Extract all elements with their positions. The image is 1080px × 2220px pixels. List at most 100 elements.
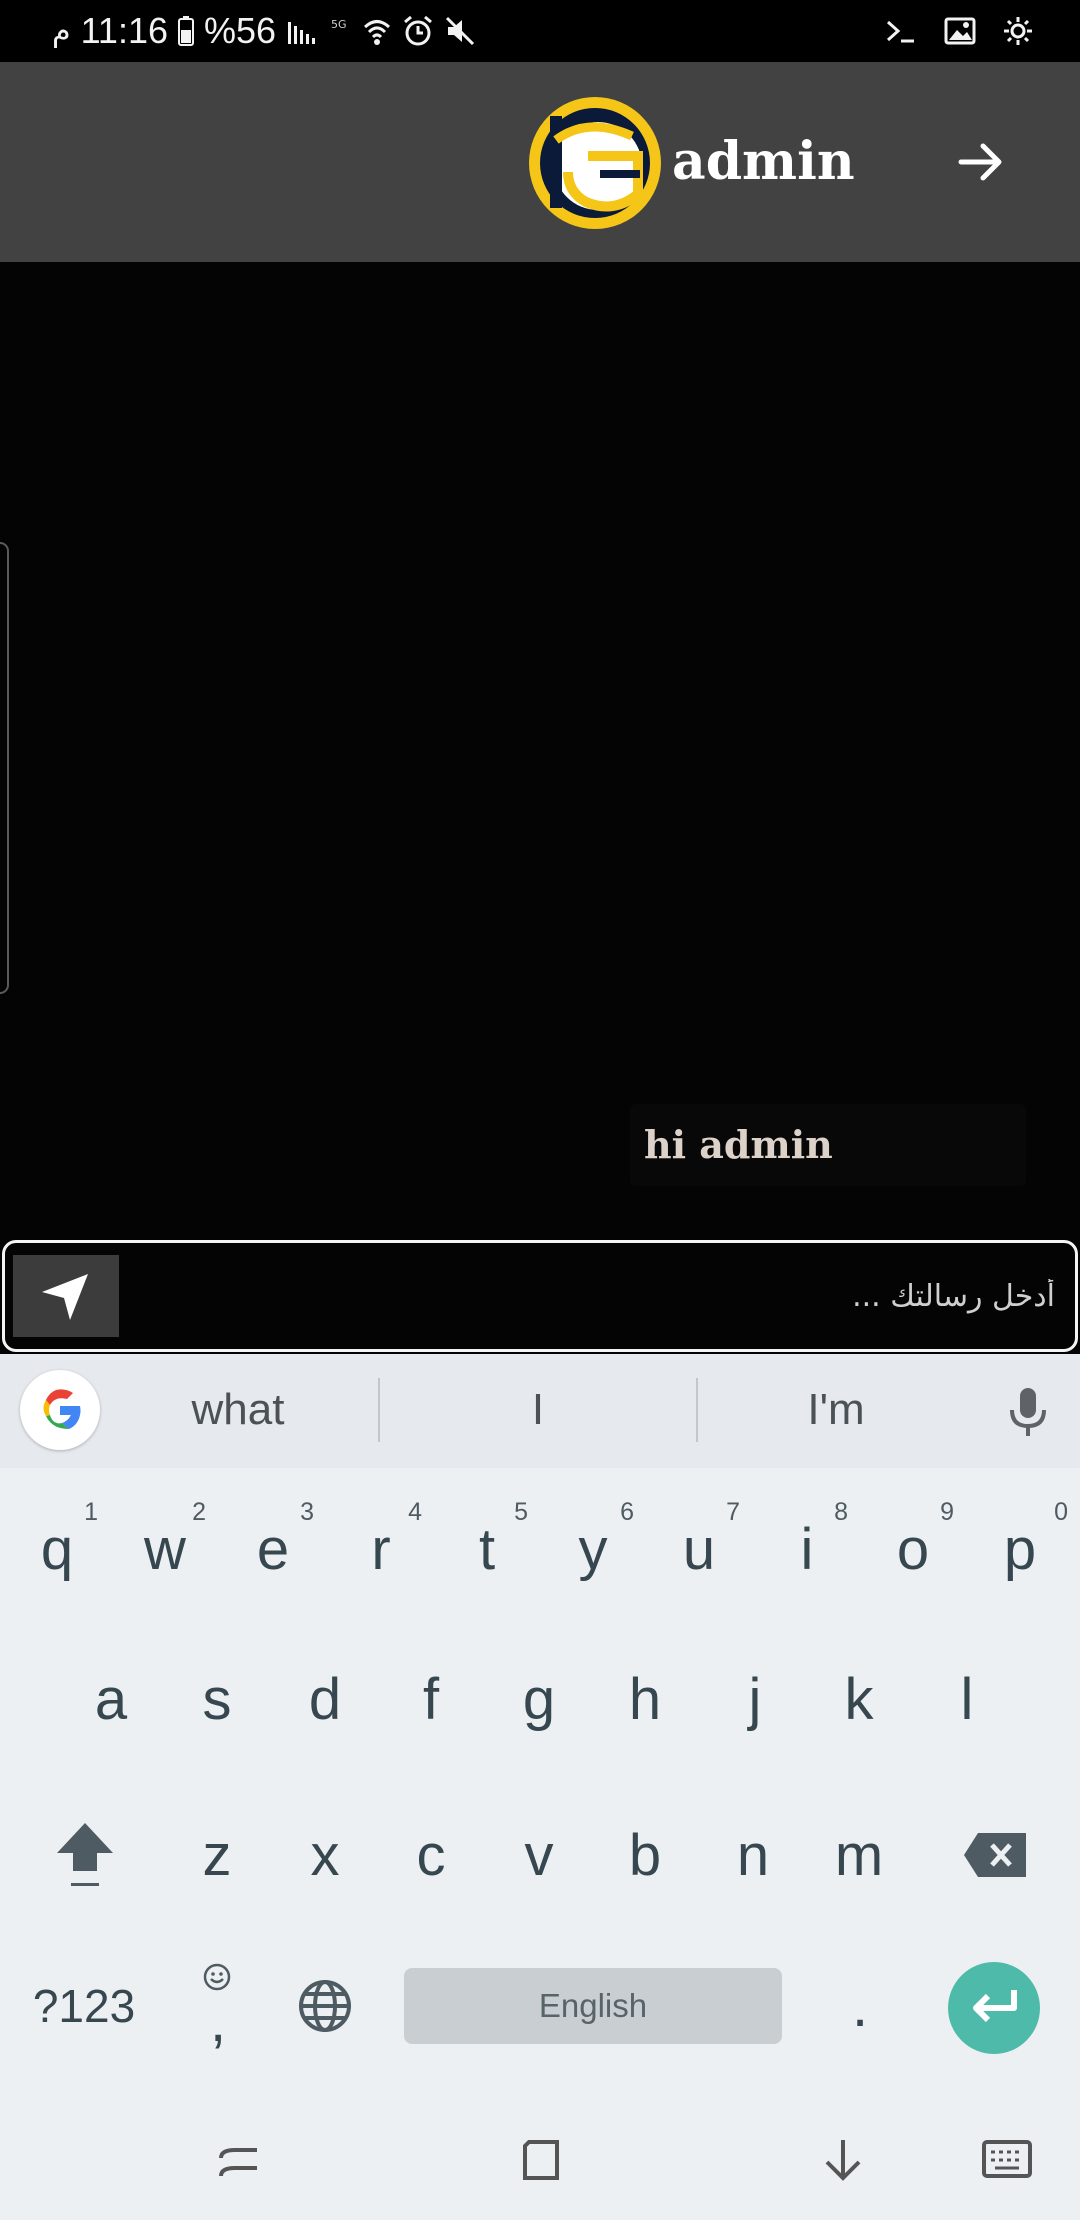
svg-text:5G: 5G — [331, 18, 347, 31]
status-time: 11:16 — [80, 10, 168, 51]
emoji-icon — [203, 1963, 231, 1991]
key-k[interactable]: k — [806, 1644, 912, 1754]
hide-keyboard-icon — [825, 2140, 861, 2181]
key-label: ?123 — [32, 1980, 136, 2032]
key-label: r — [371, 1516, 391, 1582]
edge-panel-handle[interactable] — [0, 542, 9, 994]
back-button[interactable] — [946, 124, 1016, 200]
key-hint: 7 — [726, 1498, 740, 1526]
key-hint: 9 — [940, 1498, 954, 1526]
shift-icon — [57, 1823, 113, 1886]
carrier-mark: م — [52, 14, 71, 48]
keyboard-switch-button[interactable] — [972, 2125, 1042, 2195]
symbols-key[interactable]: ?123 — [14, 1954, 154, 2058]
status-bar: م 11:16 %56 5G — [0, 0, 1080, 62]
signal-icon — [286, 16, 320, 46]
key-a[interactable]: a — [58, 1644, 164, 1754]
key-hint: 0 — [1054, 1498, 1068, 1526]
google-button[interactable] — [20, 1370, 100, 1450]
key-g[interactable]: g — [486, 1644, 592, 1754]
key-t[interactable]: t5 — [434, 1494, 540, 1604]
key-d[interactable]: d — [272, 1644, 378, 1754]
key-c[interactable]: c — [378, 1800, 484, 1910]
key-label: a — [94, 1666, 128, 1732]
key-label: o — [896, 1516, 930, 1582]
key-m[interactable]: m — [806, 1800, 912, 1910]
key-q[interactable]: q1 — [4, 1494, 110, 1604]
key-label: s — [202, 1666, 232, 1732]
key-label: b — [628, 1822, 662, 1888]
key-f[interactable]: f — [378, 1644, 484, 1754]
backspace-key[interactable] — [940, 1800, 1050, 1910]
battery-icon — [178, 16, 194, 46]
status-right — [884, 6, 1034, 56]
space-key[interactable]: English — [404, 1968, 782, 2044]
chat-area[interactable]: hi admin — [0, 262, 1080, 1240]
key-hint: 4 — [408, 1498, 422, 1526]
key-z[interactable]: z — [164, 1800, 270, 1910]
key-p[interactable]: p0 — [966, 1494, 1074, 1604]
shift-key[interactable] — [30, 1800, 140, 1910]
arrow-right-icon — [958, 143, 1002, 181]
key-hint: 8 — [834, 1498, 848, 1526]
google-icon — [43, 1389, 81, 1429]
language-key[interactable] — [272, 1954, 378, 2058]
keyboard-switch-icon — [982, 2140, 1032, 2178]
key-label: d — [308, 1666, 342, 1732]
message-input[interactable] — [135, 1253, 1063, 1339]
enter-icon — [973, 1990, 1017, 2023]
key-w[interactable]: w2 — [112, 1494, 218, 1604]
key-u[interactable]: u7 — [646, 1494, 752, 1604]
suggestion-bar: what I I'm — [0, 1354, 1080, 1468]
key-label: w — [144, 1516, 186, 1582]
suggestion-2[interactable]: I — [418, 1374, 658, 1446]
key-x[interactable]: x — [272, 1800, 378, 1910]
suggestion-divider — [696, 1378, 698, 1442]
mute-icon — [444, 15, 476, 47]
key-y[interactable]: y6 — [540, 1494, 646, 1604]
enter-key[interactable] — [948, 1962, 1040, 2054]
key-i[interactable]: i8 — [754, 1494, 860, 1604]
key-o[interactable]: o9 — [860, 1494, 966, 1604]
key-hint: 5 — [514, 1498, 528, 1526]
key-j[interactable]: j — [702, 1644, 808, 1754]
period-key[interactable]: . — [808, 1954, 912, 2058]
suggestion-3[interactable]: I'm — [716, 1374, 956, 1446]
key-label: t — [478, 1516, 496, 1582]
key-label: g — [522, 1666, 556, 1732]
key-e[interactable]: e3 — [220, 1494, 326, 1604]
home-icon — [523, 2140, 559, 2180]
app-bar: admin — [0, 62, 1080, 262]
space-label: English — [538, 1987, 648, 2024]
voice-input-button[interactable] — [1000, 1384, 1056, 1440]
home-button[interactable] — [506, 2125, 576, 2195]
key-n[interactable]: n — [700, 1800, 806, 1910]
hide-keyboard-button[interactable] — [808, 2125, 878, 2195]
send-icon — [42, 1274, 88, 1320]
suggestion-divider — [378, 1378, 380, 1442]
navigation-bar — [0, 2095, 1080, 2220]
suggestion-1[interactable]: what — [118, 1374, 358, 1446]
key-r[interactable]: r4 — [328, 1494, 434, 1604]
image-icon — [944, 16, 976, 46]
key-label: , — [209, 1988, 227, 2054]
battery-percent: %56 — [204, 10, 277, 51]
message-text: hi admin — [644, 1122, 833, 1167]
key-label: h — [628, 1666, 662, 1732]
key-l[interactable]: l — [914, 1644, 1020, 1754]
status-left: م 11:16 %56 5G — [52, 6, 476, 56]
key-label: m — [834, 1822, 884, 1888]
emoji-comma-key[interactable]: , — [166, 1954, 270, 2058]
5g-icon: 5G — [330, 16, 352, 46]
key-hint: 1 — [84, 1498, 98, 1526]
key-s[interactable]: s — [164, 1644, 270, 1754]
key-hint: 6 — [620, 1498, 634, 1526]
key-h[interactable]: h — [592, 1644, 698, 1754]
key-b[interactable]: b — [592, 1800, 698, 1910]
message-input-bar — [2, 1240, 1078, 1352]
key-v[interactable]: v — [486, 1800, 592, 1910]
key-label: j — [748, 1666, 762, 1732]
recents-button[interactable] — [204, 2125, 274, 2195]
send-button[interactable] — [13, 1255, 119, 1337]
recents-icon — [219, 2148, 257, 2177]
